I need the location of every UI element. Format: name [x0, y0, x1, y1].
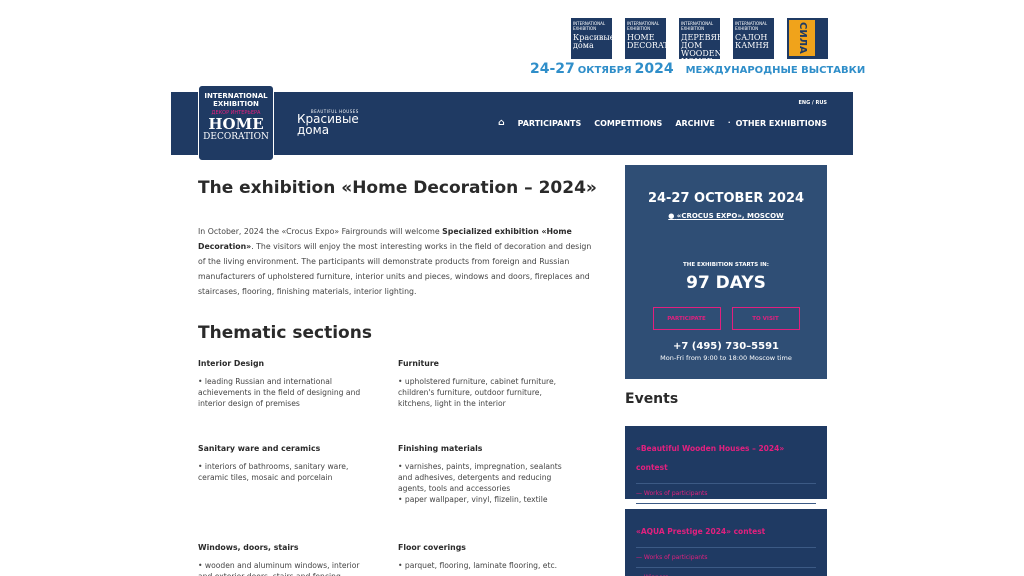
- section-title: Furniture: [398, 359, 439, 368]
- countdown-days: 97 DAYS: [686, 273, 766, 293]
- thematic-sections-title: Thematic sections: [198, 323, 372, 343]
- location-pin-icon: ●: [668, 212, 675, 220]
- intro-text: In October, 2024 the «Crocus Expo» Fairg…: [198, 224, 598, 299]
- badge-decoration: DECORATION: [203, 132, 269, 142]
- section-title: Sanitary ware and ceramics: [198, 444, 321, 453]
- logo-big-text: HOME DECORATION: [627, 33, 666, 50]
- section-title: Interior Design: [198, 359, 265, 368]
- logo-small-text: INTERNATIONAL EXHIBITION: [573, 21, 606, 31]
- event-card-wooden-houses: «Beautiful Wooden Houses – 2024» contest…: [625, 426, 827, 517]
- section-title: Windows, doors, stairs: [198, 543, 299, 552]
- exhibition-dates: 24-27 OCTOBER 2024: [647, 191, 805, 206]
- section-sanitary: Sanitary ware and ceramics • interiors o…: [198, 444, 370, 483]
- section-list: • wooden and aluminum windows, interior …: [198, 560, 370, 576]
- section-interior-design: Interior Design • leading Russian and in…: [198, 359, 370, 409]
- main-navbar: INTERNATIONAL EXHIBITION ДЕКОР ИНТЕРЬЕРА…: [171, 85, 853, 161]
- main-content: The exhibition «Home Decoration – 2024» …: [198, 178, 598, 343]
- logo-wooden-house[interactable]: INTERNATIONAL EXHIBITION ДЕРЕВЯННЫЙ ДОМ …: [679, 18, 720, 59]
- strip-days: 24-27: [530, 61, 575, 77]
- badge-line2: EXHIBITION: [213, 100, 259, 108]
- section-finishing: Finishing materials • varnishes, paints,…: [398, 444, 570, 505]
- info-buttons: PARTICIPATE TO VISIT: [625, 307, 827, 330]
- logo-sila[interactable]: СИЛА: [787, 18, 828, 59]
- venue-link[interactable]: ● «CROCUS EXPO», MOSCOW: [625, 212, 827, 220]
- language-switch[interactable]: ENG / RUS: [798, 100, 827, 106]
- section-item: • interiors of bathrooms, sanitary ware,…: [198, 462, 349, 482]
- logo-big-text: САЛОН КАМНЯ: [735, 33, 769, 50]
- beautiful-houses-logo[interactable]: BEAUTIFUL HOUSES Красивые дома: [297, 109, 359, 136]
- countdown-label: THE EXHIBITION STARTS IN:: [683, 262, 769, 268]
- working-hours: Mon-Fri from 9:00 to 18:00 Moscow time: [660, 354, 792, 362]
- section-list: • interiors of bathrooms, sanitary ware,…: [198, 461, 370, 483]
- event-winners-link[interactable]: — Winners: [636, 567, 816, 576]
- event-works-link[interactable]: — Works of participants: [636, 547, 816, 561]
- logo-stone-salon[interactable]: INTERNATIONAL EXHIBITION САЛОН КАМНЯ: [733, 18, 774, 59]
- badge-line1: INTERNATIONAL: [204, 92, 268, 100]
- strip-month: ОКТЯБРЯ: [577, 65, 632, 76]
- logo-home-decoration[interactable]: INTERNATIONAL EXHIBITION HOME DECORATION: [625, 18, 666, 59]
- nav-archive[interactable]: ARCHIVE: [675, 119, 715, 128]
- section-item: • upholstered furniture, cabinet furnitu…: [398, 377, 557, 408]
- nav-participants[interactable]: PARTICIPANTS: [518, 119, 582, 128]
- logo-small-text: INTERNATIONAL EXHIBITION: [681, 21, 714, 31]
- events-title: Events: [625, 391, 679, 407]
- logo-big-text: Красивые дома: [573, 33, 612, 50]
- section-item: • parquet, flooring, laminate flooring, …: [398, 561, 558, 570]
- strip-year: 2024: [634, 61, 674, 77]
- nav-menu: ⌂ PARTICIPANTS COMPETITIONS ARCHIVE · OT…: [498, 118, 827, 128]
- section-item: • leading Russian and international achi…: [198, 377, 361, 408]
- section-furniture: Furniture • upholstered furniture, cabin…: [398, 359, 570, 409]
- page-title: The exhibition «Home Decoration – 2024»: [198, 178, 597, 198]
- section-title: Floor coverings: [398, 543, 466, 552]
- section-windows-doors: Windows, doors, stairs • wooden and alum…: [198, 543, 370, 576]
- logo-big-text: ДЕРЕВЯННЫЙ ДОМ WOODEN HOUSE: [681, 33, 720, 60]
- section-list: • parquet, flooring, laminate flooring, …: [398, 560, 570, 571]
- event-title-link[interactable]: «AQUA Prestige 2024» contest: [636, 527, 765, 536]
- section-list: • varnishes, paints, impregnation, seala…: [398, 461, 570, 505]
- exhibition-logos: INTERNATIONAL EXHIBITION Красивые дома I…: [571, 18, 828, 59]
- event-title-link[interactable]: «Beautiful Wooden Houses – 2024» contest: [636, 444, 784, 472]
- logo-small-text: INTERNATIONAL EXHIBITION: [627, 21, 660, 31]
- phone-number[interactable]: +7 (495) 730–5591: [625, 341, 827, 352]
- section-list: • upholstered furniture, cabinet furnitu…: [398, 376, 570, 409]
- badge-home: HOME: [208, 115, 264, 133]
- strip-label: МЕЖДУНАРОДНЫЕ ВЫСТАВКИ: [685, 65, 866, 76]
- dropdown-dot-icon: ·: [727, 119, 731, 127]
- event-card-aqua-prestige: «AQUA Prestige 2024» contest — Works of …: [625, 509, 827, 576]
- section-title: Finishing materials: [398, 444, 483, 453]
- logo-big-text: СИЛА: [789, 20, 815, 56]
- home-decoration-logo[interactable]: INTERNATIONAL EXHIBITION ДЕКОР ИНТЕРЬЕРА…: [198, 85, 274, 161]
- intro-after: . The visitors will enjoy the most inter…: [198, 242, 592, 296]
- exhibitions-dates-strip: 24-27 ОКТЯБРЯ 2024 МЕЖДУНАРОДНЫЕ ВЫСТАВК…: [530, 61, 865, 77]
- section-item: • varnishes, paints, impregnation, seala…: [398, 462, 562, 493]
- intro-before: In October, 2024 the «Crocus Expo» Fairg…: [198, 227, 443, 236]
- section-item: • wooden and aluminum windows, interior …: [198, 561, 360, 576]
- venue-text: «CROCUS EXPO», MOSCOW: [676, 212, 784, 220]
- exhibition-info-box: 24-27 OCTOBER 2024 ● «CROCUS EXPO», MOSC…: [625, 165, 827, 379]
- nav-competitions[interactable]: COMPETITIONS: [594, 119, 662, 128]
- nav-other-exhibitions[interactable]: OTHER EXHIBITIONS: [736, 119, 827, 128]
- visit-button[interactable]: TO VISIT: [731, 307, 800, 330]
- logo-beautiful-houses[interactable]: INTERNATIONAL EXHIBITION Красивые дома: [571, 18, 612, 59]
- section-floor-coverings: Floor coverings • parquet, flooring, lam…: [398, 543, 570, 571]
- event-works-link[interactable]: — Works of participants: [636, 483, 816, 497]
- section-item: • paper wallpaper, vinyl, flizelin, text…: [398, 495, 548, 504]
- logo-small-text: INTERNATIONAL EXHIBITION: [735, 21, 768, 31]
- section-list: • leading Russian and international achi…: [198, 376, 370, 409]
- participate-button[interactable]: PARTICIPATE: [652, 307, 721, 330]
- partner-line2: дома: [297, 123, 330, 137]
- home-icon[interactable]: ⌂: [498, 118, 504, 128]
